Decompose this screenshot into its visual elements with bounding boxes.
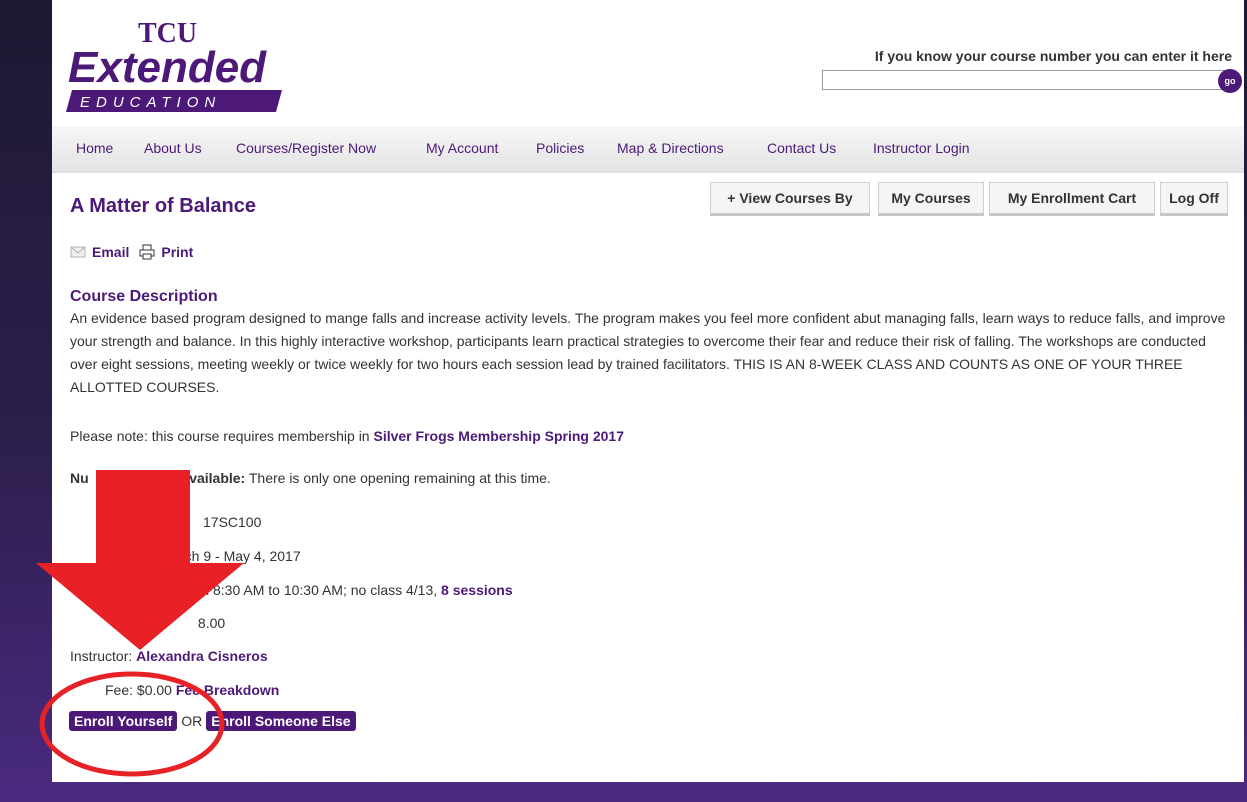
membership-note: Please note: this course requires member… [70, 428, 624, 444]
course-number-search: If you know your course number you can e… [822, 48, 1242, 96]
dates-end: - May 4, 2017 [215, 548, 301, 564]
nav-instructor-login[interactable]: Instructor Login [873, 140, 970, 156]
seats-label-start: Nu [70, 470, 89, 486]
go-button[interactable]: go [1218, 69, 1242, 93]
page-title: A Matter of Balance [70, 195, 256, 217]
hours-value: 8.00 [197, 615, 226, 631]
view-courses-by-button[interactable]: + View Courses By [710, 182, 870, 216]
nav-contact-us[interactable]: Contact Us [767, 140, 836, 156]
membership-note-text: Please note: this course requires member… [70, 428, 370, 444]
page: TCU Extended EDUCATION If you know your … [52, 0, 1244, 782]
main-nav: Home About Us Courses/Register Now My Ac… [52, 126, 1244, 173]
fee-value: $0.00 [136, 682, 172, 698]
tcu-extended-education-logo[interactable]: TCU Extended EDUCATION [66, 16, 286, 116]
course-description: An evidence based program designed to ma… [70, 310, 1226, 395]
course-number-input[interactable] [822, 70, 1228, 90]
seats-label-end: at(s) Available: [146, 470, 246, 486]
logo-main-text: Extended [68, 43, 267, 92]
seats-text: There is only one opening remaining at t… [248, 470, 551, 486]
enroll-actions: Enroll Yourself OR Enroll Someone Else [69, 711, 356, 731]
course-number-value: 17SC100 [203, 514, 262, 530]
membership-link[interactable]: Silver Frogs Membership Spring 2017 [373, 428, 624, 444]
fee-breakdown-link[interactable]: Fee Breakdown [176, 682, 279, 698]
fee-label: Fee: [105, 682, 134, 698]
instructor-link[interactable]: Alexandra Cisneros [136, 648, 268, 664]
nav-map-directions[interactable]: Map & Directions [617, 140, 724, 156]
nav-my-account[interactable]: My Account [426, 140, 498, 156]
course-fee: Fee: $0.00 Fee Breakdown [105, 682, 279, 698]
nav-courses-register[interactable]: Courses/Register Now [236, 140, 376, 156]
printer-icon [139, 244, 155, 260]
log-off-button[interactable]: Log Off [1160, 182, 1228, 216]
my-courses-button[interactable]: My Courses [878, 182, 984, 216]
enroll-yourself-button[interactable]: Enroll Yourself [69, 711, 178, 731]
course-schedule: rom 8:30 AM to 10:30 AM; no class 4/13, … [185, 582, 513, 598]
seats-available: Nu at(s) Available: There is only one ope… [70, 470, 551, 486]
or-text: OR [181, 713, 203, 729]
print-link[interactable]: Print [139, 244, 193, 260]
share-tools: Email Print [70, 244, 203, 260]
sessions-link[interactable]: 8 sessions [441, 582, 513, 598]
nav-home[interactable]: Home [76, 140, 113, 156]
course-instructor: Instructor: Alexandra Cisneros [70, 648, 268, 664]
course-hours: Ho 8.00 [148, 615, 225, 631]
site-header: TCU Extended EDUCATION If you know your … [52, 0, 1244, 125]
nav-policies[interactable]: Policies [536, 140, 584, 156]
logo-bottom-text: EDUCATION [80, 94, 221, 111]
hours-label: Ho [148, 615, 166, 631]
schedule-text: rom 8:30 AM to 10:30 AM; no class 4/13, [185, 582, 438, 598]
envelope-icon [70, 244, 86, 260]
course-description-heading: Course Description [70, 288, 218, 305]
course-number-label: If you know your course number you can e… [874, 48, 1232, 64]
course-dates: rch 9 - May 4, 2017 [180, 548, 301, 564]
enroll-someone-else-button[interactable]: Enroll Someone Else [206, 711, 356, 731]
print-label: Print [161, 244, 194, 260]
nav-about-us[interactable]: About Us [144, 140, 202, 156]
my-enrollment-cart-button[interactable]: My Enrollment Cart [989, 182, 1155, 216]
dates-start: rch 9 [180, 548, 212, 564]
instructor-label: Instructor: [70, 648, 133, 664]
email-link[interactable]: Email [70, 244, 129, 260]
email-label: Email [92, 244, 130, 260]
